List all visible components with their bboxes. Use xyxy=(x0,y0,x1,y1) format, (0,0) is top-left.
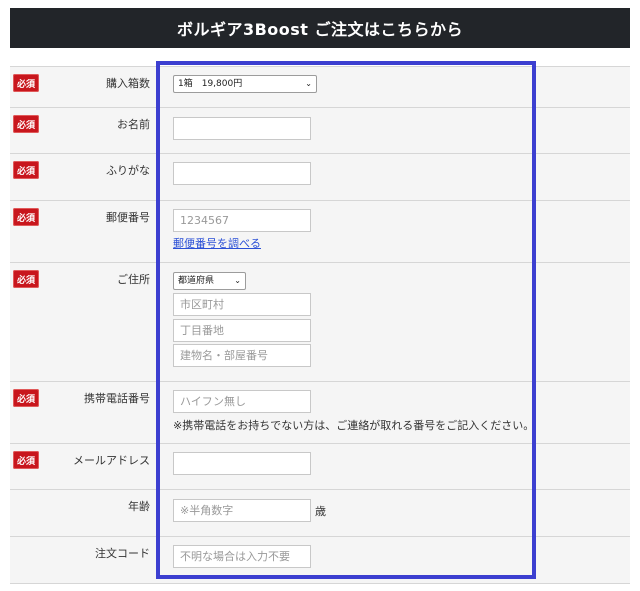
postal-label: 郵便番号 xyxy=(106,211,150,224)
quantity-select[interactable]: 1箱 19,800円 ⌄ xyxy=(173,75,317,93)
row-order-code: 注文コード 不明な場合は入力不要 xyxy=(10,536,630,584)
postal-input[interactable]: 1234567 xyxy=(173,209,311,232)
required-badge: 必須 xyxy=(13,208,39,226)
order-code-label: 注文コード xyxy=(95,547,150,560)
row-age: 年齢 ※半角数字 歳 xyxy=(10,489,630,536)
required-badge: 必須 xyxy=(13,389,39,407)
age-label: 年齢 xyxy=(128,500,150,513)
name-input[interactable] xyxy=(173,117,311,140)
street-input[interactable]: 丁目番地 xyxy=(173,319,311,342)
quantity-label: 購入箱数 xyxy=(106,77,150,90)
prefecture-selected-value: 都道府県 xyxy=(178,276,215,286)
chevron-down-icon: ⌄ xyxy=(234,276,241,285)
city-input[interactable]: 市区町村 xyxy=(173,293,311,316)
furigana-label: ふりがな xyxy=(106,164,150,177)
row-name: 必須 お名前 xyxy=(10,107,630,153)
row-quantity: 必須 購入箱数 1箱 19,800円 ⌄ xyxy=(10,66,630,107)
required-badge: 必須 xyxy=(13,74,39,92)
required-badge: 必須 xyxy=(13,161,39,179)
quantity-selected-value: 1箱 19,800円 xyxy=(178,79,243,89)
row-address: 必須 ご住所 都道府県 ⌄ 市区町村 丁目番地 建物名・部屋番号 xyxy=(10,262,630,381)
age-unit: 歳 xyxy=(315,505,326,518)
address-label: ご住所 xyxy=(117,273,150,286)
name-label: お名前 xyxy=(117,118,150,131)
email-label: メールアドレス xyxy=(73,454,150,467)
furigana-input[interactable] xyxy=(173,162,311,185)
page-header: ボルギア3Boost ご注文はこちらから xyxy=(10,8,630,48)
phone-input[interactable]: ハイフン無し xyxy=(173,390,311,413)
email-input[interactable] xyxy=(173,452,311,475)
page-title: ボルギア3Boost ご注文はこちらから xyxy=(176,20,464,39)
order-code-input[interactable]: 不明な場合は入力不要 xyxy=(173,545,311,568)
required-badge: 必須 xyxy=(13,270,39,288)
chevron-down-icon: ⌄ xyxy=(305,79,312,88)
row-furigana: 必須 ふりがな xyxy=(10,153,630,200)
postal-lookup-link[interactable]: 郵便番号を調べる xyxy=(173,235,261,251)
row-email: 必須 メールアドレス xyxy=(10,443,630,489)
row-postal: 必須 郵便番号 1234567 郵便番号を調べる xyxy=(10,200,630,262)
order-form: 必須 購入箱数 1箱 19,800円 ⌄ 必須 お名前 必須 ふりがな 必須 郵… xyxy=(10,66,630,584)
required-badge: 必須 xyxy=(13,451,39,469)
prefecture-select[interactable]: 都道府県 ⌄ xyxy=(173,272,246,290)
age-input[interactable]: ※半角数字 xyxy=(173,499,311,522)
building-input[interactable]: 建物名・部屋番号 xyxy=(173,344,311,367)
required-badge: 必須 xyxy=(13,115,39,133)
phone-note: ※携帯電話をお持ちでない方は、ご連絡が取れる番号をご記入ください。 xyxy=(173,419,535,432)
row-phone: 必須 携帯電話番号 ハイフン無し ※携帯電話をお持ちでない方は、ご連絡が取れる番… xyxy=(10,381,630,443)
phone-label: 携帯電話番号 xyxy=(84,392,150,405)
